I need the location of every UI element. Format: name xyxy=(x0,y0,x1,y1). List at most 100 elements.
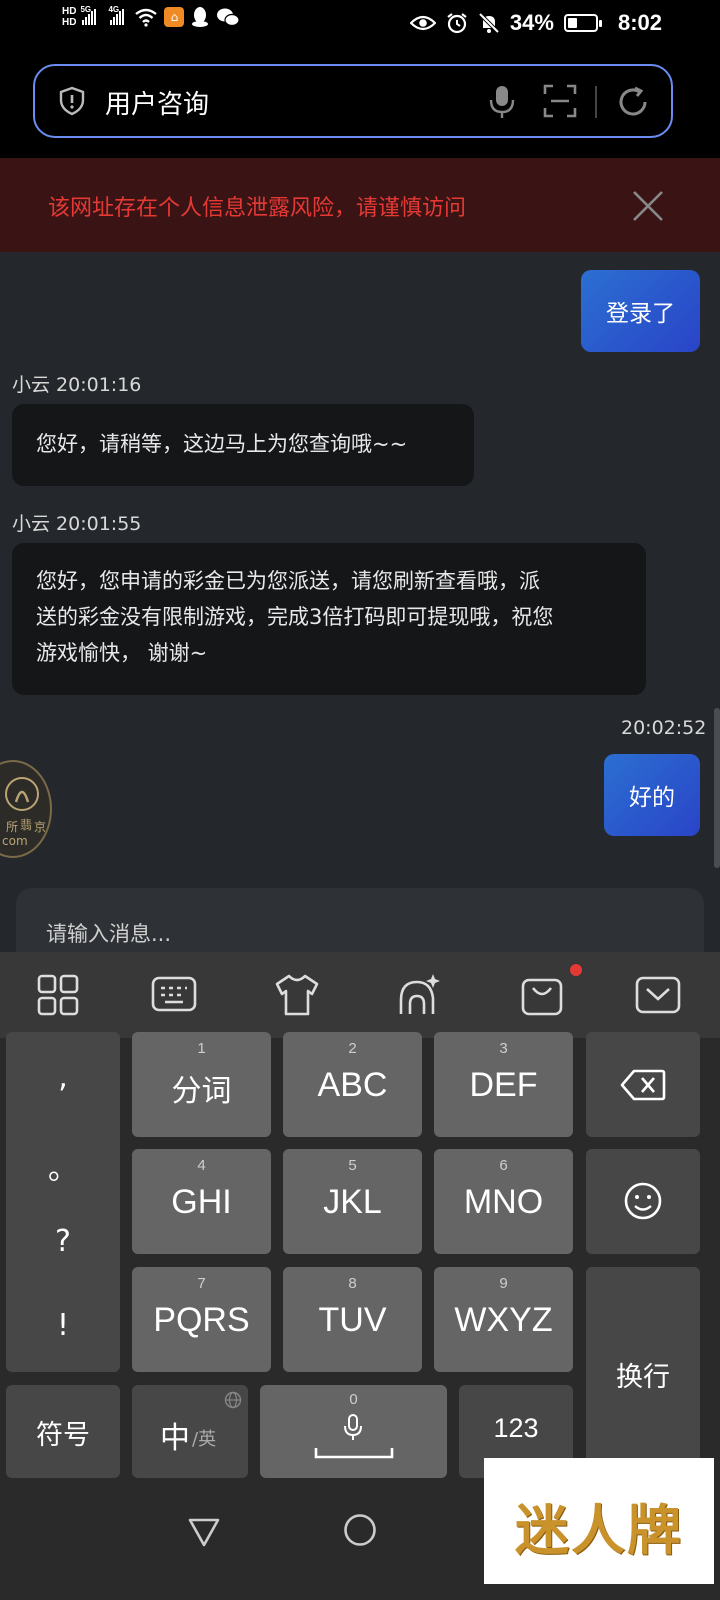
punct-question[interactable]: ? xyxy=(6,1224,120,1259)
microphone-icon[interactable] xyxy=(487,84,517,120)
back-icon[interactable] xyxy=(187,1516,221,1548)
key-3[interactable]: 3 DEF xyxy=(434,1032,573,1137)
key-number: 5 xyxy=(348,1157,357,1174)
globe-icon xyxy=(224,1391,242,1409)
key-label: PQRS xyxy=(153,1301,250,1339)
message-text: 登录了 xyxy=(606,301,675,327)
hide-keyboard-icon[interactable] xyxy=(635,972,681,1018)
key-label: DEF xyxy=(469,1066,538,1104)
message-text: 好的 xyxy=(629,785,675,811)
space-number: 0 xyxy=(349,1391,358,1408)
wechat-icon xyxy=(217,8,241,27)
apps-grid-icon[interactable] xyxy=(35,972,81,1018)
home-icon[interactable] xyxy=(343,1513,377,1547)
message-line: 游戏愉快， 谢谢~ xyxy=(36,641,208,665)
key-label: 分词 xyxy=(171,1074,232,1109)
status-left: HD HD 5G 4G ⌂ xyxy=(62,5,241,28)
space-bar-icon xyxy=(314,1448,394,1459)
lang-main: 中 xyxy=(160,1421,190,1456)
watermark-logo: 迷人牌 xyxy=(484,1458,714,1584)
message-input-placeholder[interactable]: 请输入消息... xyxy=(46,918,171,948)
alarm-icon xyxy=(447,13,467,34)
key-6[interactable]: 6 MNO xyxy=(434,1149,573,1254)
key-label: TUV xyxy=(318,1301,387,1339)
hd-indicators: HD HD xyxy=(62,6,76,28)
store-bag-icon[interactable] xyxy=(519,972,565,1018)
space-key[interactable]: 0 xyxy=(260,1385,447,1478)
punct-exclaim[interactable]: ! xyxy=(6,1308,120,1343)
key-5[interactable]: 5 JKL xyxy=(283,1149,422,1254)
signal-5g-icon: 5G xyxy=(80,5,97,25)
security-warning-banner: 该网址存在个人信息泄露风险，请谨慎访问 xyxy=(0,158,720,252)
hd-label-2: HD xyxy=(62,17,77,28)
watermark-text: 迷人牌 xyxy=(515,1498,683,1562)
close-icon[interactable] xyxy=(630,188,666,224)
floating-avatar-logo[interactable]: 所 翡 京 com xyxy=(0,760,52,858)
lang-alt: /英 xyxy=(192,1429,217,1450)
refresh-icon[interactable] xyxy=(615,84,651,120)
key-number: 8 xyxy=(348,1275,357,1292)
avatar-char: 京 xyxy=(34,820,47,834)
message-line: 送的彩金没有限制游戏，完成3倍打码即可提现哦，祝您 xyxy=(36,605,554,629)
battery-icon xyxy=(563,14,602,32)
address-text[interactable]: 用户咨询 xyxy=(105,84,209,121)
address-bar[interactable]: 用户咨询 xyxy=(33,64,673,138)
status-bar: HD HD 5G 4G ⌂ 34% 8:02 xyxy=(0,0,720,50)
key-1[interactable]: 1 分词 xyxy=(132,1032,271,1137)
key-label: GHI xyxy=(171,1183,232,1221)
enter-label: 换行 xyxy=(616,1362,670,1393)
skin-shirt-icon[interactable] xyxy=(274,972,320,1018)
backspace-key[interactable] xyxy=(586,1032,700,1137)
key-9[interactable]: 9 WXYZ xyxy=(434,1267,573,1372)
key-7[interactable]: 7 PQRS xyxy=(132,1267,271,1372)
key-2[interactable]: 2 ABC xyxy=(283,1032,422,1137)
key-number: 7 xyxy=(197,1275,206,1292)
key-label: ABC xyxy=(317,1066,388,1104)
shield-icon[interactable] xyxy=(57,86,87,116)
emoji-key[interactable] xyxy=(586,1149,700,1254)
key-number: 2 xyxy=(348,1040,357,1057)
symbol-label: 符号 xyxy=(36,1420,90,1451)
notification-dot xyxy=(570,964,582,976)
battery-level-fill xyxy=(567,18,577,28)
key-number: 1 xyxy=(197,1040,206,1057)
outgoing-message: 好的 xyxy=(604,754,700,836)
voice-input-icon xyxy=(344,1414,362,1440)
qq-icon xyxy=(192,7,209,27)
battery-percent: 34% xyxy=(509,10,554,35)
punctuation-column[interactable]: , 。 ? ! xyxy=(6,1032,120,1372)
avatar-emblem-icon xyxy=(5,777,39,811)
network-4g-label: 4G xyxy=(108,5,120,14)
mute-bell-icon xyxy=(478,12,500,34)
emoji-icon xyxy=(624,1182,662,1220)
browser-header: 用户咨询 xyxy=(0,50,720,158)
key-label: MNO xyxy=(463,1183,544,1221)
message-input-area: 请输入消息... xyxy=(0,872,720,968)
keyboard-layout-icon[interactable] xyxy=(151,972,197,1018)
punct-comma[interactable]: , xyxy=(6,1060,120,1095)
message-line: 您好，您申请的彩金已为您派送，请您刷新查看哦，派 xyxy=(36,569,540,593)
punct-period[interactable]: 。 xyxy=(6,1144,120,1188)
scan-icon[interactable] xyxy=(543,84,577,118)
avatar-char: 所 xyxy=(6,820,19,834)
network-5g-label: 5G xyxy=(80,5,92,14)
sender-timestamp: 小云 20:01:16 xyxy=(12,374,142,396)
ai-assistant-icon[interactable] xyxy=(395,972,441,1018)
symbol-key[interactable]: 符号 xyxy=(6,1385,120,1478)
home-app-icon: ⌂ xyxy=(164,7,185,27)
key-label: JKL xyxy=(323,1183,382,1221)
avatar-char: 翡 xyxy=(20,818,33,832)
wifi-icon xyxy=(135,8,158,27)
incoming-message: 您好，您申请的彩金已为您派送，请您刷新查看哦，派 送的彩金没有限制游戏，完成3倍… xyxy=(12,543,646,695)
key-number: 4 xyxy=(197,1157,206,1174)
message-text: 您好，请稍等，这边马上为您查询哦~~ xyxy=(36,432,408,456)
enter-key[interactable]: 换行 xyxy=(586,1267,700,1479)
signal-4g-icon: 4G xyxy=(108,5,125,25)
key-8[interactable]: 8 TUV xyxy=(283,1267,422,1372)
chat-scrollbar[interactable] xyxy=(714,708,720,868)
key-4[interactable]: 4 GHI xyxy=(132,1149,271,1254)
chat-area[interactable]: 登录了 小云 20:01:16 您好，请稍等，这边马上为您查询哦~~ 小云 20… xyxy=(0,252,720,872)
outgoing-message: 登录了 xyxy=(581,270,700,352)
language-key[interactable]: 中 /英 xyxy=(132,1385,248,1478)
key-number: 6 xyxy=(499,1157,508,1174)
